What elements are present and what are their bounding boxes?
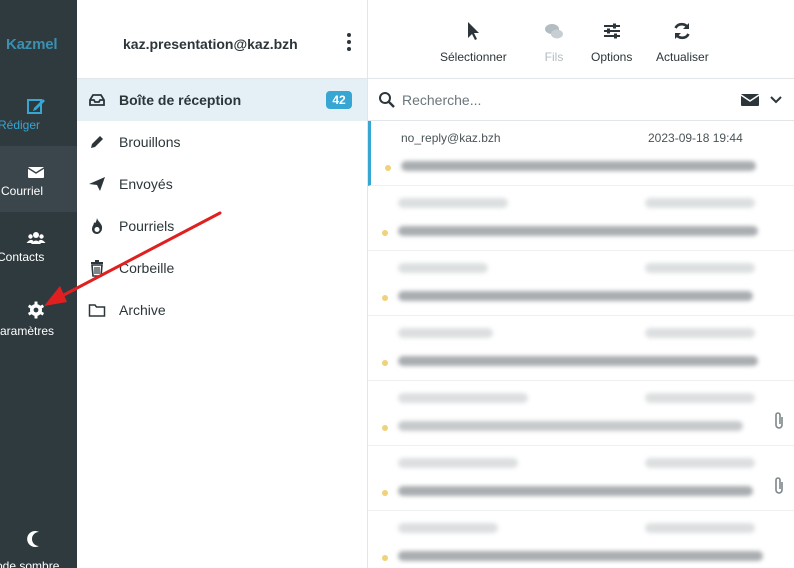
refresh-button[interactable]: Actualiser (656, 20, 709, 64)
unread-dot-icon (382, 555, 388, 561)
options-label: Options (591, 50, 633, 64)
message-row[interactable] (368, 316, 794, 381)
folder-trash-label: Corbeille (119, 260, 175, 276)
contacts-icon (26, 232, 46, 244)
message-sender-blurred (398, 263, 488, 273)
folder-drafts[interactable]: Brouillons (77, 121, 367, 163)
message-row[interactable]: no_reply@kaz.bzh 2023-09-18 19:44 (368, 121, 794, 186)
folder-archive-label: Archive (119, 302, 166, 318)
cursor-icon (468, 22, 480, 40)
nav-compose-label: Rédiger (0, 118, 41, 132)
search-input[interactable] (402, 89, 702, 111)
trash-icon (91, 260, 103, 277)
unread-dot-icon (382, 425, 388, 431)
message-subject-blurred (398, 551, 763, 561)
message-date-blurred (645, 263, 755, 273)
message-sender-blurred (398, 523, 498, 533)
message-sender-blurred (398, 198, 508, 208)
account-email: kaz.presentation@kaz.bzh (123, 36, 298, 52)
account-header: kaz.presentation@kaz.bzh (77, 0, 367, 79)
envelope-icon (27, 167, 45, 178)
nav-contacts-label: Contacts (0, 250, 45, 264)
message-subject-blurred (398, 486, 753, 496)
nav-dark-mode-label: Mode sombre (0, 559, 60, 568)
message-date-blurred (645, 393, 755, 403)
search-icon (379, 92, 395, 108)
main-navigation: Kazmel Rédiger Courriel Contacts aramètr… (0, 0, 77, 568)
message-sender-blurred (398, 393, 528, 403)
nav-mail-label: Courriel (1, 184, 44, 198)
message-date-blurred (645, 198, 755, 208)
message-date: 2023-09-18 19:44 (648, 131, 743, 145)
nav-contacts[interactable]: Contacts (0, 212, 77, 278)
search-bar (368, 80, 794, 121)
folder-trash[interactable]: Corbeille (77, 247, 367, 289)
paperclip-icon (775, 477, 783, 494)
refresh-icon (674, 22, 691, 40)
nav-compose[interactable]: Rédiger (0, 80, 77, 146)
message-subject-blurred (398, 226, 758, 236)
message-subject-blurred (398, 356, 758, 366)
message-row[interactable] (368, 251, 794, 316)
message-subject-blurred (401, 161, 756, 171)
unread-count-badge: 42 (326, 91, 352, 109)
gear-icon (28, 301, 44, 319)
pencil-icon (91, 136, 103, 148)
message-row[interactable] (368, 511, 794, 568)
message-sender: no_reply@kaz.bzh (401, 131, 501, 145)
folder-spam-label: Pourriels (119, 218, 175, 234)
inbox-icon (89, 94, 105, 106)
message-subject-blurred (398, 291, 753, 301)
folder-inbox-label: Boîte de réception (119, 92, 242, 108)
folder-drafts-label: Brouillons (119, 134, 181, 150)
brand-logo: Kazmel (6, 36, 58, 53)
message-list-panel: Sélectionner Fils Options Actualiser Rec… (368, 0, 794, 568)
chevron-down-icon[interactable] (770, 95, 782, 105)
message-row[interactable] (368, 381, 794, 446)
threads-button[interactable]: Fils (543, 20, 565, 64)
unread-dot-icon (382, 490, 388, 496)
moon-icon (27, 531, 39, 547)
nav-settings[interactable]: Paramètres (0, 278, 77, 344)
folder-spam[interactable]: Pourriels (77, 205, 367, 247)
sliders-icon (603, 23, 620, 39)
nav-mail[interactable]: Courriel (0, 146, 77, 212)
folder-archive[interactable]: Archive (77, 289, 367, 331)
nav-settings-label: Paramètres (0, 324, 55, 338)
message-sender-blurred (398, 458, 518, 468)
folder-inbox[interactable]: Boîte de réception 42 (77, 79, 367, 121)
message-date-blurred (645, 328, 755, 338)
account-menu-icon[interactable] (346, 33, 352, 53)
message-toolbar: Sélectionner Fils Options Actualiser (368, 0, 794, 79)
unread-dot-icon (382, 230, 388, 236)
options-button[interactable]: Options (591, 20, 632, 64)
message-date-blurred (645, 458, 755, 468)
message-row[interactable] (368, 446, 794, 511)
folder-panel: kaz.presentation@kaz.bzh Boîte de récept… (77, 0, 368, 568)
message-sender-blurred (398, 328, 493, 338)
folder-sent-label: Envoyés (119, 176, 173, 192)
folder-sent[interactable]: Envoyés (77, 163, 367, 205)
message-subject-blurred (398, 421, 743, 431)
unread-dot-icon (382, 295, 388, 301)
refresh-label: Actualiser (656, 50, 709, 64)
select-label: Sélectionner (440, 50, 507, 64)
message-date-blurred (645, 523, 755, 533)
threads-label: Fils (544, 50, 564, 64)
nav-dark-mode[interactable]: Mode sombre (0, 515, 77, 568)
compose-icon (27, 99, 45, 114)
comments-icon (545, 24, 563, 39)
folder-icon (88, 304, 106, 317)
envelope-filter-icon[interactable] (740, 93, 760, 107)
message-row[interactable] (368, 186, 794, 251)
unread-dot-icon (385, 165, 391, 171)
unread-dot-icon (382, 360, 388, 366)
select-button[interactable]: Sélectionner (440, 20, 507, 64)
paperclip-icon (775, 412, 783, 429)
paper-plane-icon (89, 177, 105, 191)
fire-icon (92, 218, 103, 234)
